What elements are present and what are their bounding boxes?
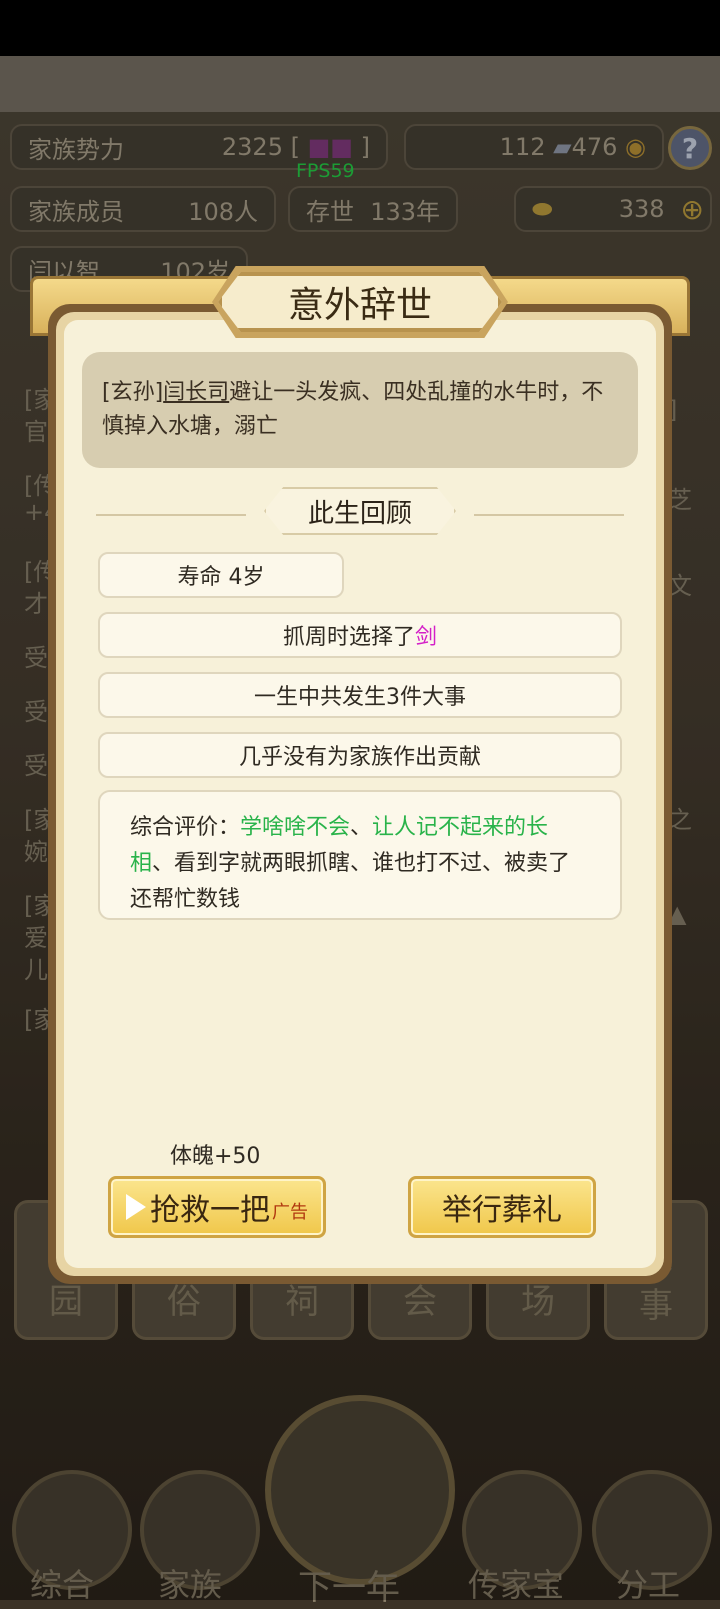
evaluation-box: 综合评价：学啥啥不会、让人记不起来的长相、看到字就两眼抓瞎、谁也打不过、被卖了还…: [98, 790, 622, 920]
status-bar: [0, 0, 720, 56]
eval-trait-1: 学啥啥不会: [240, 815, 351, 840]
bonus-text: 体魄+50: [170, 1144, 261, 1169]
grab-item: 剑: [415, 625, 438, 650]
divider-line-right: [474, 514, 624, 516]
events-row: 一生中共发生3件大事: [98, 672, 622, 718]
funeral-label: 举行葬礼: [442, 1193, 562, 1228]
dialog-title: 意外辞世: [218, 272, 502, 332]
review-title: 此生回顾: [264, 487, 456, 535]
rescue-button[interactable]: 抢救一把 广告: [108, 1176, 326, 1238]
contribution-row: 几乎没有为家族作出贡献: [98, 732, 622, 778]
grab-text: 抓周时选择了: [282, 625, 415, 650]
lifespan-row: 寿命 4岁: [98, 552, 344, 598]
death-event-text: [玄孙]闫长司避让一头发疯、四处乱撞的水牛时，不慎掉入水塘，溺亡: [82, 352, 638, 468]
ad-label: 广告: [272, 1202, 308, 1223]
eval-rest: 、看到字就两眼抓瞎、谁也打不过、被卖了还帮忙数钱: [130, 851, 571, 912]
eval-sep: 、: [350, 815, 373, 840]
grab-row: 抓周时选择了剑: [98, 612, 622, 658]
divider-line-left: [96, 514, 246, 516]
eval-label: 综合评价：: [130, 815, 241, 840]
rescue-label: 抢救一把: [150, 1193, 270, 1228]
top-banner: [0, 56, 720, 112]
event-person-name[interactable]: 闫长司: [163, 380, 229, 405]
funeral-button[interactable]: 举行葬礼: [408, 1176, 596, 1238]
event-relation: [玄孙]: [102, 380, 164, 405]
play-icon: [126, 1194, 146, 1220]
